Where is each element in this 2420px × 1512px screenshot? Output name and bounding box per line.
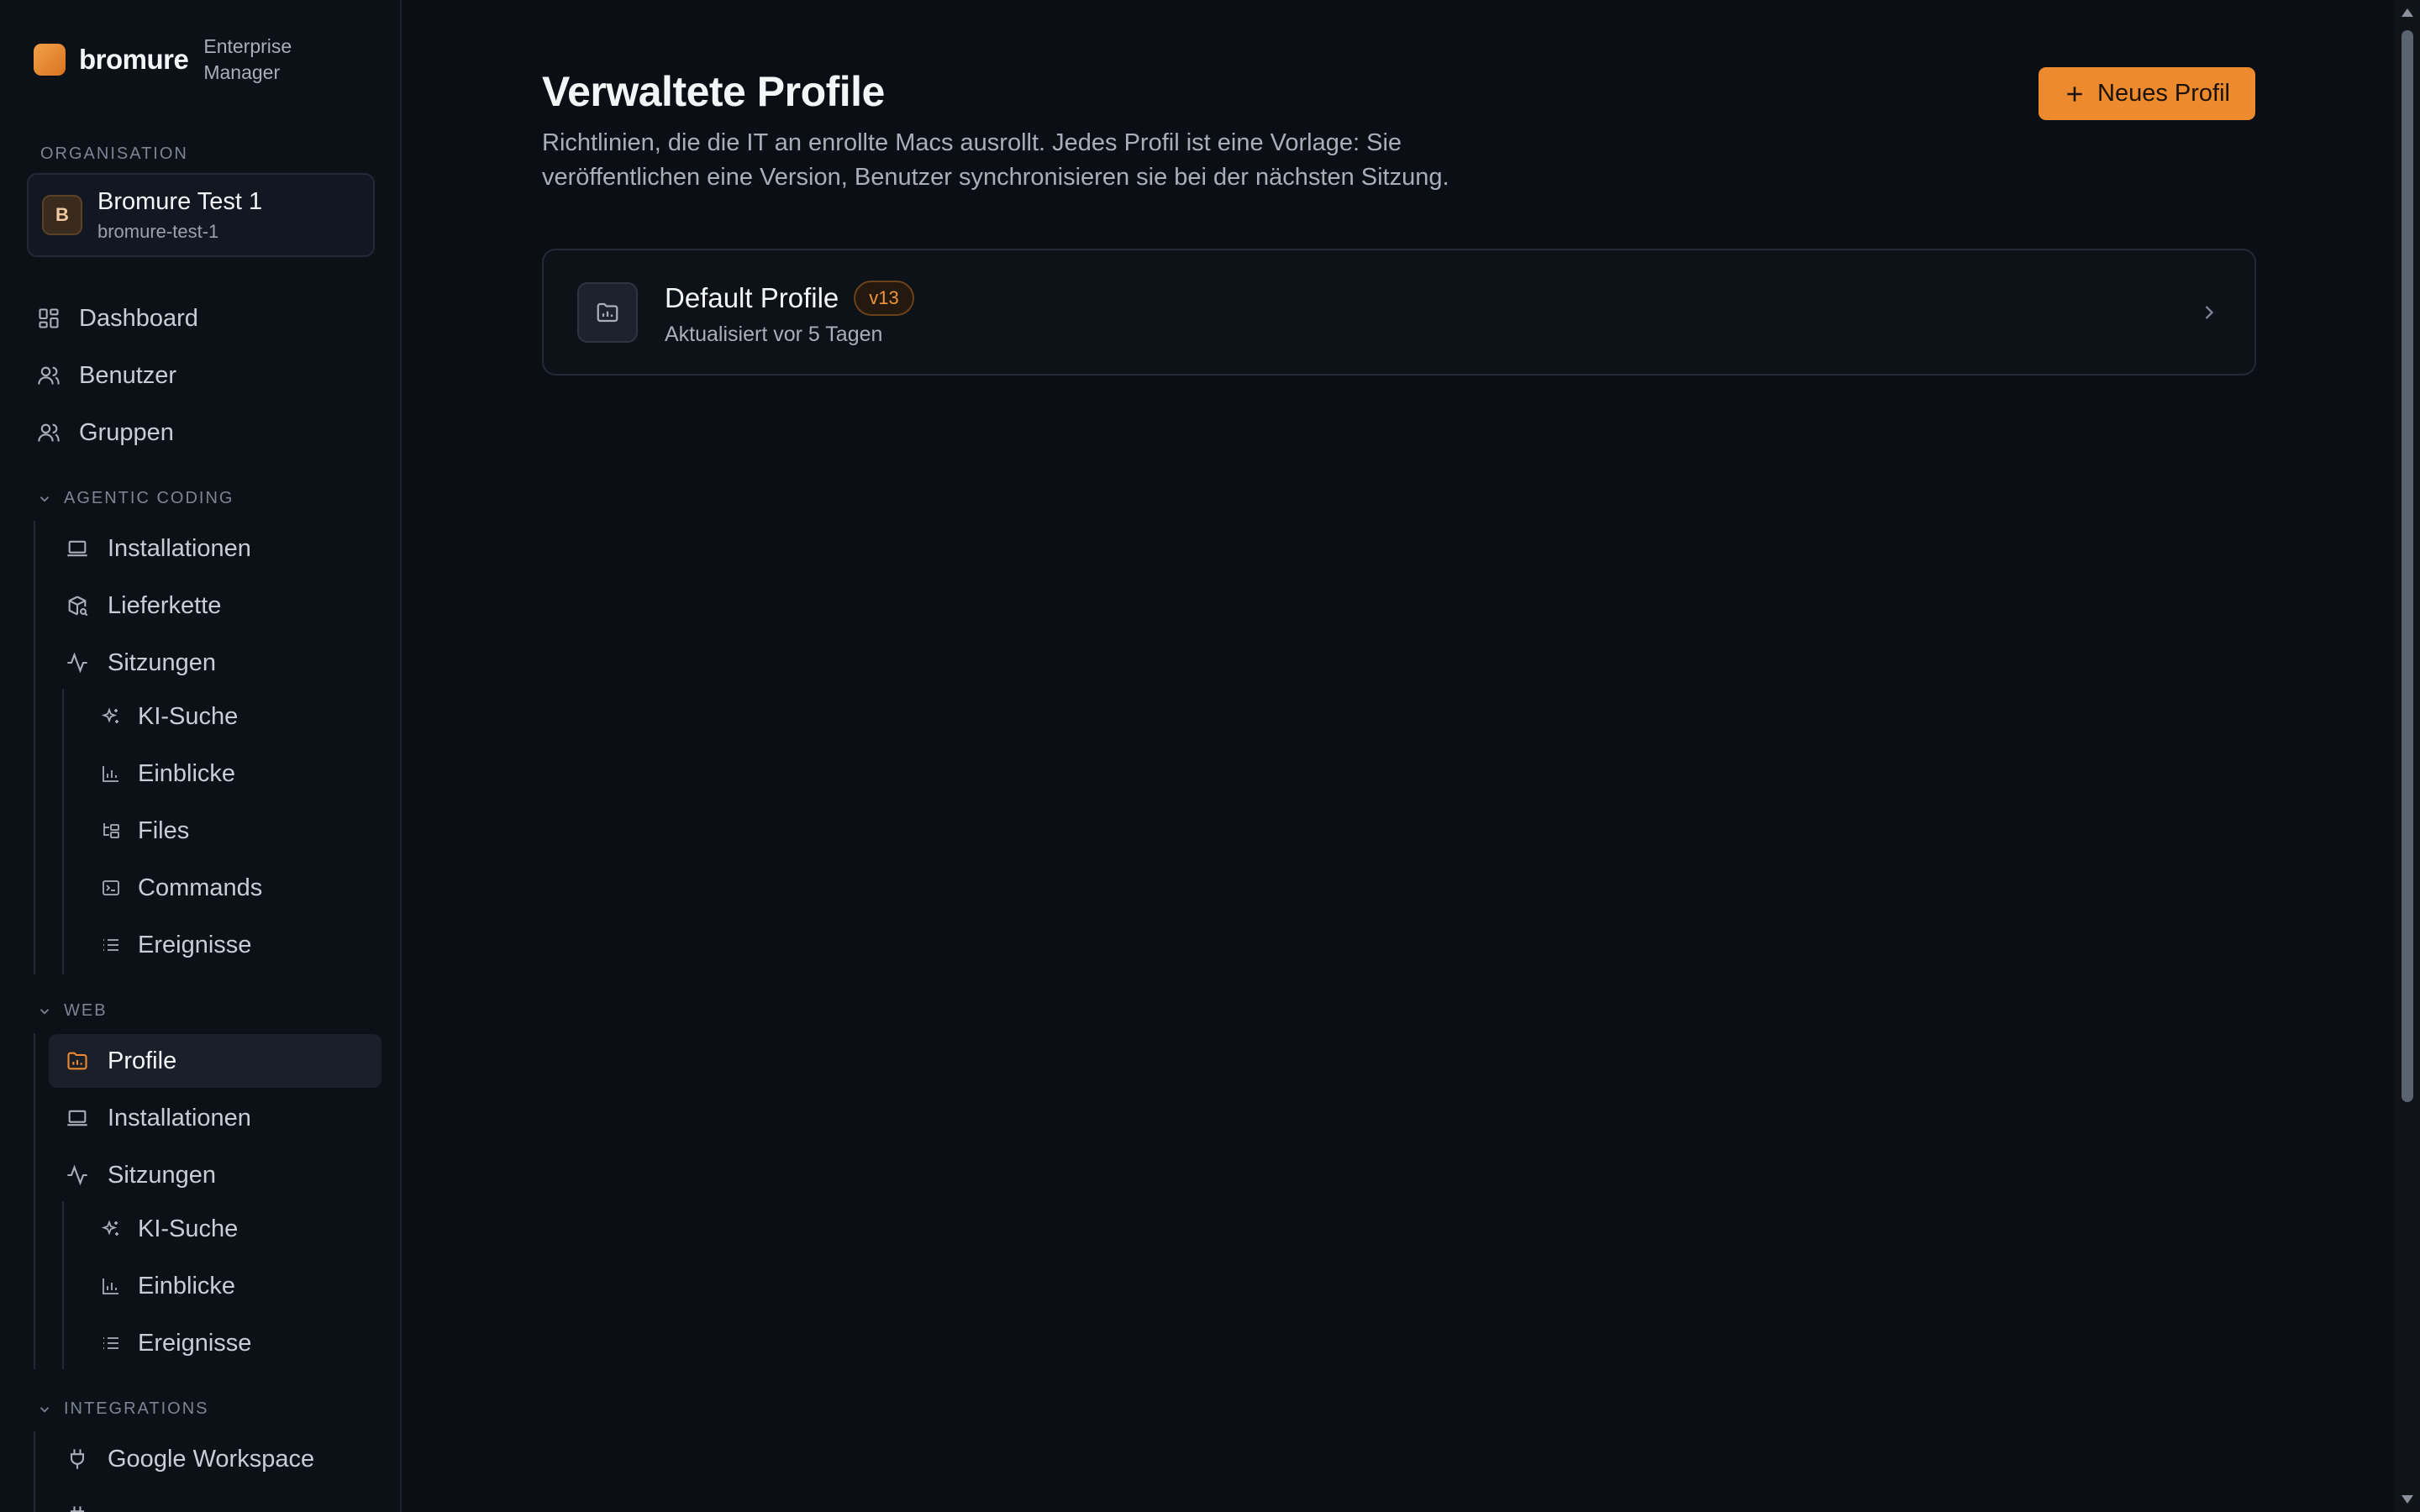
brand-subtitle: Enterprise Manager: [203, 35, 292, 83]
nav-ac-insights[interactable]: Einblicke: [101, 747, 381, 801]
brand-logo: [34, 44, 66, 76]
group-integrations[interactable]: INTEGRATIONS: [37, 1399, 209, 1419]
scrollbar[interactable]: [2395, 0, 2420, 1512]
profile-updated: Aktualisiert vor 5 Tagen: [665, 323, 883, 346]
subgroup-line: [62, 689, 64, 974]
nav-web-ai-search-label: KI-Suche: [138, 1215, 239, 1242]
group-integrations-label: INTEGRATIONS: [64, 1399, 209, 1418]
activity-icon: [67, 652, 87, 674]
nav-users[interactable]: Benutzer: [37, 349, 381, 402]
nav-web-events-label: Ereignisse: [138, 1329, 252, 1357]
nav-web-profile[interactable]: Profile: [49, 1034, 381, 1088]
nav-ac-files[interactable]: Files: [101, 804, 381, 858]
group-line: [34, 1431, 35, 1512]
profile-card[interactable]: Default Profile v13 Aktualisiert vor 5 T…: [542, 249, 2256, 375]
subgroup-line: [62, 1201, 64, 1369]
nav-ac-commands[interactable]: Commands: [101, 861, 381, 915]
nav-ac-ai-search-label: KI-Suche: [138, 702, 239, 730]
plug-icon: [70, 1449, 85, 1469]
package-search-icon: [68, 596, 88, 617]
nav-groups[interactable]: Gruppen: [37, 406, 381, 459]
nav-ac-installations[interactable]: Installationen: [66, 522, 381, 575]
folder-tree-icon: [103, 823, 119, 838]
list-icon: [103, 939, 118, 951]
new-profile-button-label: Neues Profil: [2097, 80, 2230, 107]
laptop-icon: [67, 540, 87, 557]
nav-ac-sessions-label: Sitzungen: [108, 648, 216, 676]
groups-icon: [38, 423, 60, 442]
nav-ac-supply-chain[interactable]: Lieferkette: [66, 579, 381, 633]
new-profile-button[interactable]: Neues Profil: [2039, 67, 2255, 120]
folder-chart-icon: [597, 302, 618, 323]
group-line: [34, 1033, 35, 1369]
chevron-down-icon: [39, 1406, 50, 1413]
activity-icon: [67, 1164, 87, 1186]
nav-integration-partial[interactable]: [66, 1489, 381, 1512]
nav-ac-events[interactable]: Ereignisse: [101, 918, 381, 972]
nav-google-workspace[interactable]: Google Workspace: [66, 1432, 381, 1486]
chevron-down-icon: [39, 1008, 50, 1015]
nav-web-insights[interactable]: Einblicke: [101, 1259, 381, 1313]
nav-web-events[interactable]: Ereignisse: [101, 1316, 381, 1370]
profile-name: Default Profile: [665, 282, 839, 313]
nav-ac-ai-search[interactable]: KI-Suche: [101, 690, 381, 743]
nav-web-profile-label: Profile: [108, 1047, 177, 1074]
nav-web-insights-label: Einblicke: [138, 1272, 236, 1299]
org-slug: bromure-test-1: [97, 220, 219, 242]
nav-web-installations-label: Installationen: [108, 1104, 251, 1131]
organisation-switcher[interactable]: B Bromure Test 1 bromure-test-1: [27, 173, 375, 257]
org-name: Bromure Test 1: [97, 187, 263, 215]
nav-ac-insights-label: Einblicke: [138, 759, 236, 787]
sparkles-icon: [101, 707, 118, 723]
nav-ac-installations-label: Installationen: [108, 534, 251, 562]
profile-icon-box: [577, 282, 638, 343]
plus-icon: [2067, 86, 2082, 102]
nav-ac-sessions[interactable]: Sitzungen: [66, 636, 381, 690]
nav-web-sessions[interactable]: Sitzungen: [66, 1148, 381, 1202]
main-content: Verwaltete Profile Richtlinien, die die …: [403, 0, 2395, 1512]
page-description: Richtlinien, die die IT an enrollte Macs…: [542, 129, 1449, 191]
nav-ac-files-label: Files: [138, 816, 190, 844]
nav-ac-commands-label: Commands: [138, 874, 263, 901]
sidebar: bromure Enterprise Manager ORGANISATION …: [0, 0, 402, 1512]
dashboard-icon: [39, 308, 59, 328]
group-web[interactable]: WEB: [37, 1001, 108, 1021]
group-agentic-coding[interactable]: AGENTIC CODING: [37, 489, 234, 508]
nav-users-label: Benutzer: [79, 361, 177, 389]
folder-chart-icon: [67, 1052, 87, 1070]
page-title: Verwaltete Profile: [542, 68, 885, 115]
laptop-icon: [67, 1110, 87, 1126]
scroll-up-arrow[interactable]: [2402, 8, 2413, 17]
users-icon: [38, 366, 60, 385]
nav-web-sessions-label: Sitzungen: [108, 1161, 216, 1189]
nav-ac-supply-chain-label: Lieferkette: [108, 591, 222, 619]
terminal-icon: [103, 880, 119, 895]
nav-dashboard-label: Dashboard: [79, 304, 198, 332]
nav-web-ai-search[interactable]: KI-Suche: [101, 1202, 381, 1256]
brand[interactable]: bromure Enterprise Manager: [34, 34, 321, 86]
scroll-thumb[interactable]: [2402, 30, 2413, 1102]
nav-dashboard[interactable]: Dashboard: [37, 291, 381, 345]
group-line: [34, 521, 35, 974]
nav-ac-events-label: Ereignisse: [138, 931, 252, 958]
plug-icon: [70, 1506, 85, 1512]
scroll-down-arrow[interactable]: [2402, 1495, 2413, 1504]
organisation-label: ORGANISATION: [40, 144, 188, 163]
nav-google-workspace-label: Google Workspace: [108, 1445, 315, 1473]
bar-chart-icon: [103, 766, 118, 782]
list-icon: [103, 1337, 118, 1349]
sparkles-icon: [101, 1220, 118, 1236]
profile-version-badge: v13: [854, 281, 914, 316]
group-web-label: WEB: [64, 1001, 108, 1020]
chevron-down-icon: [39, 496, 50, 502]
group-agentic-coding-label: AGENTIC CODING: [64, 489, 234, 507]
nav-groups-label: Gruppen: [79, 418, 174, 446]
brand-name: bromure: [79, 44, 189, 75]
chevron-right-icon: [2205, 306, 2214, 319]
org-avatar: B: [42, 195, 82, 235]
nav-web-installations[interactable]: Installationen: [66, 1091, 381, 1145]
bar-chart-icon: [103, 1278, 118, 1294]
